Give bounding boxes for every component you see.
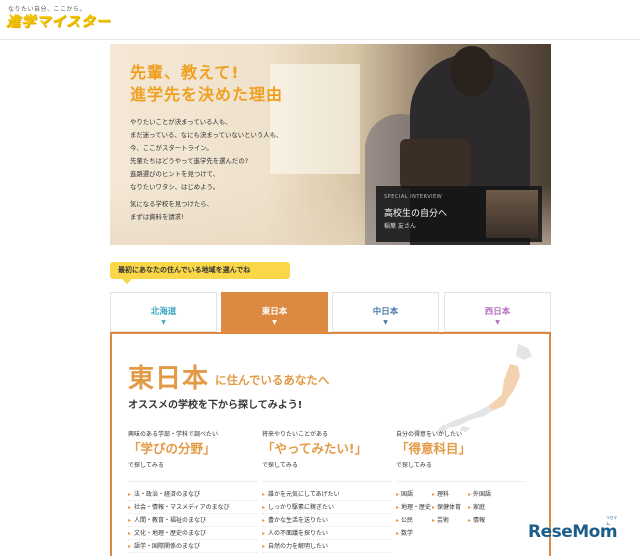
region-prompt-text: 最初にあなたの住んでいる地域を選んでね: [118, 266, 251, 274]
goal-link[interactable]: 誰かを元気にしてあげたい: [262, 488, 392, 501]
tab-label: 北海道: [150, 307, 177, 317]
column-search-label: で探してみる: [262, 462, 298, 469]
japan-map-icon: [436, 344, 532, 434]
field-link[interactable]: 人間・教育・福祉のまなび: [128, 514, 258, 527]
tab-label: 東日本: [261, 307, 288, 317]
interview-thumbnail: [486, 190, 538, 238]
watermark-text: ReseMom: [528, 522, 618, 542]
tab-east-japan[interactable]: 東日本 ▼: [221, 292, 328, 334]
hero-body-line: やりたいことが決まっている人も、: [130, 118, 232, 126]
interview-label: SPECIAL INTERVIEW: [384, 194, 443, 200]
field-list: 法・政治・経済のまなび 社会・情報・マスメディアのまなび 人間・教育・福祉のまな…: [128, 481, 258, 553]
field-link[interactable]: 文化・地理・歴史のまなび: [128, 527, 258, 540]
subject-link[interactable]: 国語: [396, 488, 432, 501]
field-link[interactable]: 社会・情報・マスメディアのまなび: [128, 501, 258, 514]
region-prompt-bubble: 最初にあなたの住んでいる地域を選んでね: [110, 262, 290, 284]
hero-body-line: 進路選びのヒントを見つけて、: [130, 170, 220, 178]
hero-body: やりたいことが決まっている人も、 まだ迷っている、なにも決まっていないという人も…: [130, 116, 282, 194]
chevron-down-icon: ▼: [495, 319, 500, 326]
subject-link[interactable]: 家庭: [468, 501, 504, 514]
tab-label: 中日本: [372, 307, 399, 317]
subject-link[interactable]: 理科: [432, 488, 468, 501]
field-link[interactable]: 語学・国際関係のまなび: [128, 540, 258, 553]
chevron-down-icon: ▼: [161, 319, 166, 326]
watermark-subtext: リセマム: [606, 515, 617, 526]
hero-title-line2: 進学先を決めた理由: [130, 85, 284, 104]
column-quote: 「学びの分野」: [128, 441, 216, 456]
goal-link[interactable]: 自然の力を解明したい: [262, 540, 392, 553]
hero-bag: [400, 139, 470, 189]
tab-west-japan[interactable]: 西日本 ▼: [444, 292, 551, 332]
subject-link[interactable]: 情報: [468, 514, 504, 527]
column-intro: 将来やりたいことがある: [262, 431, 329, 438]
special-interview-card[interactable]: SPECIAL INTERVIEW 高校生の自分へ 稲葉 友さん: [376, 186, 542, 242]
column-want-to-do: 将来やりたいことがある 「やってみたい!」 で探してみる 誰かを元気にしてあげた…: [262, 430, 392, 553]
tab-label: 西日本: [484, 307, 511, 317]
subject-link[interactable]: 保健体育: [432, 501, 468, 514]
column-favorite-subject: 自分の得意をいかしたい 「得意科目」 で探してみる 国語 理科 外国語 地理・歴…: [396, 430, 526, 540]
column-quote: 「得意科目」: [396, 441, 472, 456]
region-heading-suffix: に住んでいるあなたへ: [215, 373, 330, 387]
site-header: なりたい自分、ここから。 進学マイスター: [0, 0, 640, 40]
subject-grid: 国語 理科 外国語 地理・歴史 保健体育 家庭 公民 芸術 情報 数学: [396, 481, 526, 540]
subject-link[interactable]: 芸術: [432, 514, 468, 527]
hero-title-line1: 先輩、教えて!: [130, 63, 240, 82]
tab-hokkaido[interactable]: 北海道 ▼: [110, 292, 217, 332]
region-tabs: 北海道 ▼ 東日本 ▼ 中日本 ▼ 西日本 ▼: [110, 292, 551, 334]
subject-link[interactable]: 公民: [396, 514, 432, 527]
column-quote: 「やってみたい!」: [262, 441, 368, 456]
hero-note: 気になる学校を見つけたら、 まずは資料を請求!: [130, 198, 213, 224]
hero-body-line: まだ迷っている、なにも決まっていないという人も、: [130, 131, 283, 139]
column-intro: 自分の得意をいかしたい: [396, 431, 463, 438]
chevron-down-icon: ▼: [272, 319, 277, 326]
hero-note-line: 気になる学校を見つけたら、: [130, 200, 214, 208]
site-logo[interactable]: 進学マイスター: [6, 11, 111, 31]
column-search-label: で探してみる: [128, 462, 164, 469]
column-search-label: で探してみる: [396, 462, 432, 469]
region-name: 東日本: [128, 364, 210, 394]
resemom-watermark: ReseMom リセマム: [528, 515, 618, 542]
hero-student-head: [450, 46, 494, 96]
hero-note-line: まずは資料を請求!: [130, 213, 184, 221]
goal-link[interactable]: 豊かな生活を送りたい: [262, 514, 392, 527]
goal-list: 誰かを元気にしてあげたい しっかり駆素に稼ぎたい 豊かな生活を送りたい 人の不面…: [262, 481, 392, 553]
hero-body-line: なりたいワタシ、はじめよう。: [130, 183, 219, 191]
hero-body-line: 先輩たちはどうやって進学先を選んだの?: [130, 157, 249, 165]
subject-link[interactable]: 数学: [396, 527, 432, 540]
subject-link[interactable]: 地理・歴史: [396, 501, 432, 514]
column-intro: 興味のある学部・学科で調べたい: [128, 431, 219, 438]
tab-central-japan[interactable]: 中日本 ▼: [332, 292, 439, 332]
subject-link[interactable]: 外国語: [468, 488, 504, 501]
column-field-of-study: 興味のある学部・学科で調べたい 「学びの分野」 で探してみる 法・政治・経済のま…: [128, 430, 258, 553]
region-subtitle: オススメの学校を下から探してみよう!: [128, 400, 303, 411]
goal-link[interactable]: しっかり駆素に稼ぎたい: [262, 501, 392, 514]
chevron-down-icon: ▼: [383, 319, 388, 326]
goal-link[interactable]: 人の不面議を探りたい: [262, 527, 392, 540]
interview-title: 高校生の自分へ: [384, 209, 448, 219]
interview-name: 稲葉 友さん: [384, 223, 416, 230]
hero-window-light: [270, 64, 360, 174]
region-content-panel: 東日本 に住んでいるあなたへ オススメの学校を下から探してみよう! 興味のある学…: [110, 332, 551, 556]
hero-title: 先輩、教えて! 進学先を決めた理由: [130, 62, 283, 106]
field-link[interactable]: 法・政治・経済のまなび: [128, 488, 258, 501]
hero-body-line: 今、ここがスタートライン。: [130, 144, 213, 152]
